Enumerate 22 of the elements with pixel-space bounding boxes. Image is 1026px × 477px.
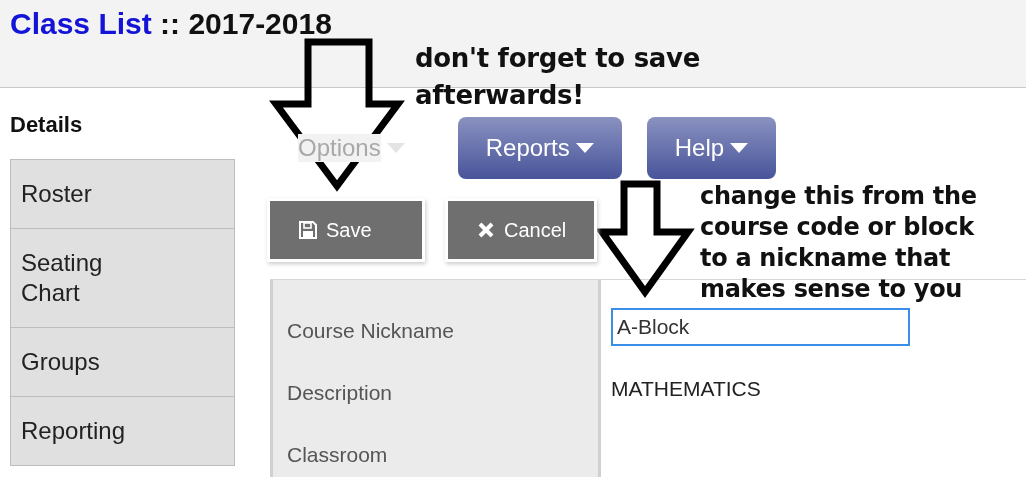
sidebar-tab[interactable]: Roster <box>10 159 235 229</box>
sidebar-tab[interactable]: Seating Chart <box>10 229 235 328</box>
menu-button[interactable]: Help <box>646 117 777 179</box>
field-label: Classroom <box>287 443 388 467</box>
nickname-field[interactable]: A-Block <box>611 308 910 346</box>
annotation-note: don't forget to save afterwards! <box>415 42 702 112</box>
caret-icon <box>386 143 405 153</box>
save-button[interactable]: Save <box>270 201 422 259</box>
field-value: MATHEMATICS <box>611 377 761 401</box>
field-label: Description <box>287 381 393 405</box>
cancel-button[interactable]: Cancel <box>448 201 595 259</box>
sidebar-tab[interactable]: Groups <box>10 328 235 397</box>
close-icon <box>476 220 496 240</box>
caret-icon <box>575 143 594 153</box>
school-year: :: 2017-2018 <box>160 7 332 40</box>
sidebar-tab[interactable]: Details <box>10 88 235 159</box>
page-title: Class List <box>10 7 152 40</box>
annotation-note: change this from the course code or block to a nickname that makes sense to you <box>700 181 978 305</box>
sidebar-tab[interactable]: Reporting <box>10 397 235 466</box>
field-label: Course Nickname <box>287 319 454 343</box>
menu-button[interactable]: Reports <box>457 117 622 179</box>
caret-icon <box>730 143 749 153</box>
